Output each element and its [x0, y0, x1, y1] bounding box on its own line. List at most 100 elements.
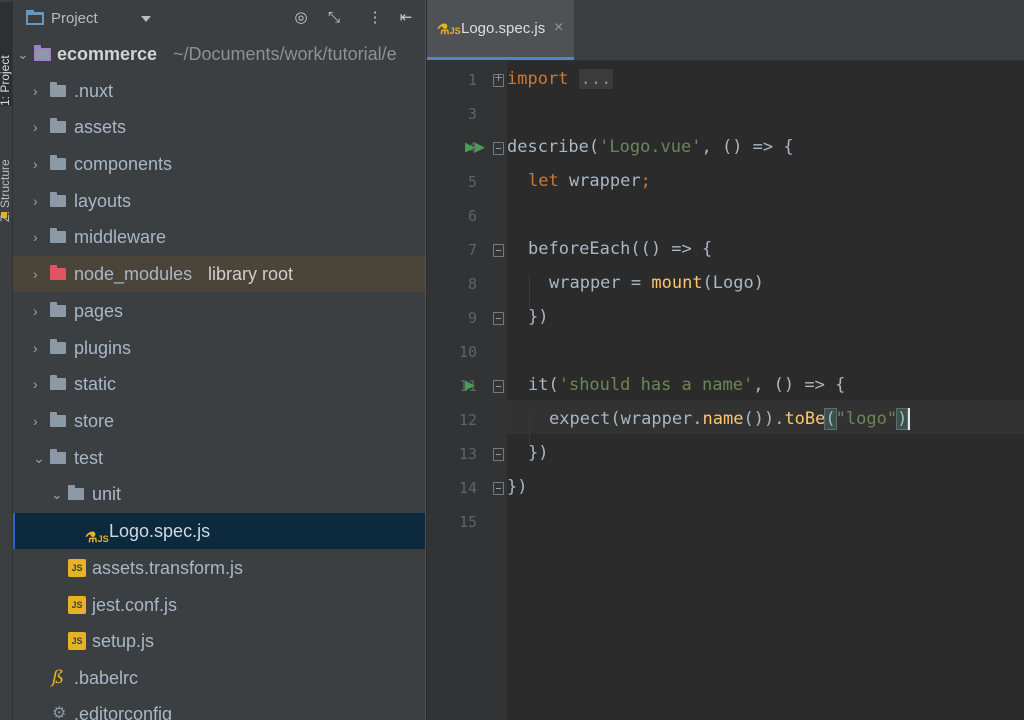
chevron-right-icon[interactable]: ›: [33, 293, 38, 329]
close-icon[interactable]: ×: [554, 19, 563, 37]
fold-end-icon[interactable]: [493, 312, 504, 325]
tree-item-pages[interactable]: › pages: [13, 293, 425, 329]
tab-label: Logo.spec.js: [461, 20, 546, 37]
chevron-right-icon[interactable]: ›: [33, 403, 38, 439]
tree-item-middleware[interactable]: › middleware: [13, 219, 425, 255]
tree-item-assets-transform[interactable]: JS assets.transform.js: [13, 550, 425, 586]
chevron-right-icon[interactable]: ›: [33, 73, 38, 109]
tree-item-node-modules[interactable]: › node_modules library root: [13, 256, 425, 292]
folder-icon: [50, 375, 66, 390]
chevron-right-icon[interactable]: ›: [33, 219, 38, 255]
tree-item-test[interactable]: ⌄ test: [13, 440, 425, 476]
target-icon[interactable]: ◎: [291, 9, 311, 27]
run-all-tests-icon[interactable]: ▶▶: [465, 139, 485, 155]
chevron-down-icon[interactable]: ⌄: [33, 440, 45, 476]
file-label: jest.conf.js: [92, 595, 178, 615]
code-editor[interactable]: import ... describe('Logo.vue', () => { …: [507, 61, 1024, 720]
fold-collapse-icon[interactable]: [493, 142, 504, 155]
tab-logo-spec[interactable]: ⚗JS Logo.spec.js ×: [427, 0, 574, 60]
collapse-all-icon[interactable]: ⤡: [324, 9, 344, 27]
folder-label: plugins: [74, 338, 132, 358]
js-file-icon: JS: [68, 559, 86, 577]
editor-tab-bar: ⚗JS Logo.spec.js ×: [427, 0, 1024, 61]
chevron-right-icon[interactable]: ›: [33, 183, 38, 219]
folder-icon: [68, 485, 84, 500]
run-test-icon[interactable]: ▶: [465, 377, 475, 393]
tree-item-setup[interactable]: JS setup.js: [13, 623, 425, 659]
folder-label: store: [74, 411, 115, 431]
tree-item-assets[interactable]: › assets: [13, 109, 425, 145]
tree-item-layouts[interactable]: › layouts: [13, 183, 425, 219]
line-number: 3: [467, 105, 477, 123]
structure-tool-tab[interactable]: Z: Structure: [0, 122, 12, 222]
structure-tab-marker: [1, 212, 7, 218]
tree-item-unit[interactable]: ⌄ unit: [13, 476, 425, 512]
hide-panel-icon[interactable]: ⇤: [396, 9, 416, 27]
tree-item-components[interactable]: › components: [13, 146, 425, 182]
folder-icon: [50, 118, 66, 133]
project-tool-tab[interactable]: 1: Project: [0, 2, 12, 106]
js-file-icon: JS: [68, 632, 86, 650]
code-line-11: it('should has a name', () => {: [528, 375, 846, 395]
folder-label: unit: [92, 484, 122, 504]
fold-expand-icon[interactable]: [493, 71, 504, 87]
chevron-right-icon[interactable]: ›: [33, 256, 38, 292]
file-label: Logo.spec.js: [109, 521, 211, 541]
chevron-down-icon[interactable]: ⌄: [51, 476, 63, 512]
fold-end-icon[interactable]: [493, 482, 504, 495]
tree-item-store[interactable]: › store: [13, 403, 425, 439]
tree-item-logo-spec[interactable]: ⚗JS Logo.spec.js: [13, 513, 425, 549]
editor-gutter: 1 3 4 5 6 7 8 9 10 11 12 13 14 15 ▶▶ ▶: [427, 61, 507, 720]
tree-item-editorconfig[interactable]: ⚙ .editorconfig: [13, 696, 425, 720]
folder-icon: [50, 228, 66, 243]
fold-collapse-icon[interactable]: [493, 244, 504, 257]
code-line-1: import ...: [507, 69, 614, 89]
project-folder-icon: [26, 10, 44, 30]
folder-label: test: [74, 448, 104, 468]
code-line-13: }): [528, 443, 549, 463]
tree-item-babelrc[interactable]: ß .babelrc: [13, 660, 425, 696]
chevron-right-icon[interactable]: ›: [33, 366, 38, 402]
line-number: 5: [467, 173, 477, 191]
folder-icon: [50, 449, 66, 464]
fold-end-icon[interactable]: [493, 448, 504, 461]
panel-title: Project: [51, 10, 98, 27]
folder-label: middleware: [74, 227, 167, 247]
view-dropdown-icon[interactable]: [141, 16, 151, 22]
folder-label: layouts: [74, 191, 132, 211]
tree-item-plugins[interactable]: › plugins: [13, 330, 425, 366]
line-number: 8: [467, 275, 477, 293]
line-number: 7: [467, 241, 477, 259]
tree-root-ecommerce[interactable]: ⌄ ecommerce ~/Documents/work/tutorial/e: [13, 36, 425, 72]
code-line-12: expect(wrapper.name()).toBe("logo"): [549, 402, 911, 436]
file-label: setup.js: [92, 631, 155, 651]
more-icon[interactable]: ⋮: [365, 9, 385, 27]
tree-item-jest-conf[interactable]: JS jest.conf.js: [13, 587, 425, 623]
code-line-5: let wrapper;: [528, 171, 651, 191]
root-path: ~/Documents/work/tutorial/e: [173, 44, 397, 64]
gear-icon: ⚙: [52, 705, 67, 720]
text-caret: [908, 408, 911, 430]
chevron-down-icon[interactable]: ⌄: [17, 36, 29, 72]
chevron-right-icon[interactable]: ›: [33, 109, 38, 145]
folder-label: node_modules: [74, 264, 193, 284]
folder-label: assets: [74, 117, 127, 137]
line-number: 10: [458, 343, 477, 361]
code-line-7: beforeEach(() => {: [528, 239, 713, 259]
tree-item-nuxt[interactable]: › .nuxt: [13, 73, 425, 109]
line-number: 9: [467, 309, 477, 327]
folder-icon: [50, 339, 66, 354]
folded-imports[interactable]: ...: [578, 69, 614, 89]
folder-icon: [50, 302, 66, 317]
babel-file-icon: ß: [52, 667, 65, 688]
tree-item-static[interactable]: › static: [13, 366, 425, 402]
line-number: 6: [467, 207, 477, 225]
line-number: 14: [458, 479, 477, 497]
line-number: 15: [458, 513, 477, 531]
chevron-right-icon[interactable]: ›: [33, 330, 38, 366]
js-file-icon: JS: [68, 596, 86, 614]
chevron-right-icon[interactable]: ›: [33, 146, 38, 182]
fold-collapse-icon[interactable]: [493, 380, 504, 393]
file-label: assets.transform.js: [92, 558, 244, 578]
test-file-icon: ⚗JS: [437, 21, 461, 37]
